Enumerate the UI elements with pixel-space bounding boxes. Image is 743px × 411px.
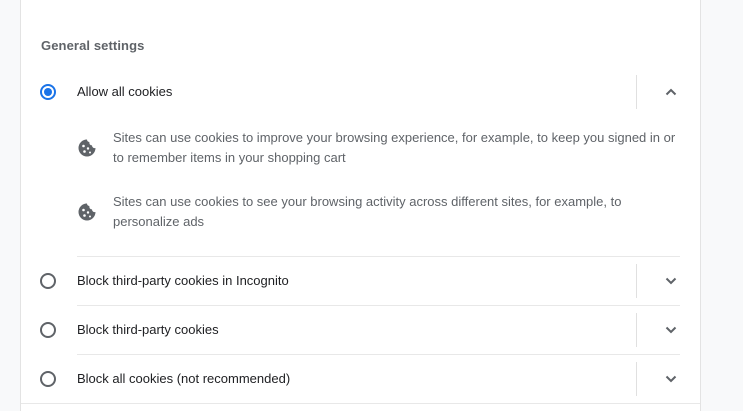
radio-block-third-party-incognito[interactable] — [40, 273, 56, 289]
vertical-divider — [636, 313, 637, 347]
option-label-block-third-party-incognito[interactable]: Block third-party cookies in Incognito — [77, 273, 289, 288]
cookie-icon — [78, 139, 96, 157]
vertical-divider — [636, 362, 637, 396]
option-label-block-all-cookies[interactable]: Block all cookies (not recommended) — [77, 371, 290, 386]
detail-text: Sites can use cookies to see your browsi… — [113, 194, 622, 229]
chevron-down-icon — [665, 326, 677, 334]
cookie-icon — [78, 203, 96, 221]
option-block-all-cookies[interactable]: Block all cookies (not recommended) — [21, 355, 700, 403]
section-title: General settings — [41, 38, 145, 53]
radio-allow-all-cookies[interactable] — [40, 84, 56, 100]
radio-block-third-party[interactable] — [40, 322, 56, 338]
chevron-up-icon — [665, 88, 677, 96]
option-block-third-party-incognito[interactable]: Block third-party cookies in Incognito — [21, 257, 700, 305]
option-allow-all-cookies[interactable]: Allow all cookies — [21, 68, 700, 116]
option-label-block-third-party[interactable]: Block third-party cookies — [77, 322, 219, 337]
vertical-divider — [636, 75, 637, 109]
expand-button[interactable] — [657, 267, 685, 295]
expand-button[interactable] — [657, 316, 685, 344]
collapse-button[interactable] — [657, 78, 685, 106]
vertical-divider — [636, 264, 637, 298]
chevron-down-icon — [665, 375, 677, 383]
option-block-third-party[interactable]: Block third-party cookies — [21, 306, 700, 354]
radio-block-all-cookies[interactable] — [40, 371, 56, 387]
cookie-settings-card: General settings Allow all cookies Sites… — [20, 0, 701, 411]
divider — [21, 403, 700, 404]
chevron-down-icon — [665, 277, 677, 285]
option-label-allow-all-cookies[interactable]: Allow all cookies — [77, 84, 172, 99]
detail-text: Sites can use cookies to improve your br… — [113, 130, 676, 165]
expand-button[interactable] — [657, 365, 685, 393]
